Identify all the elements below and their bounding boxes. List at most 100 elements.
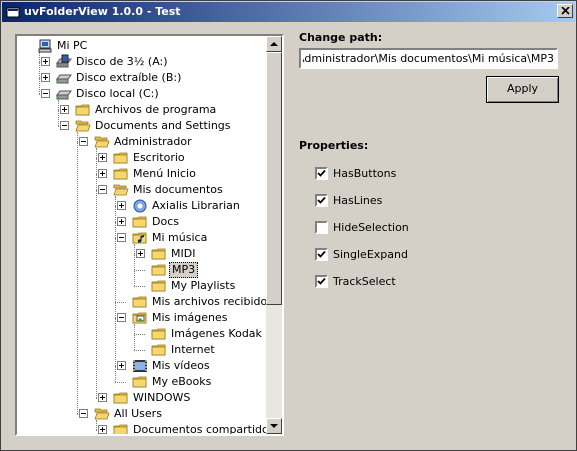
close-button[interactable] — [557, 4, 573, 18]
tree-item[interactable]: Disco de 3½ (A:) — [17, 54, 267, 70]
tree-item[interactable]: Mi PC — [17, 38, 267, 54]
checkbox-checked-icon[interactable] — [315, 194, 328, 207]
tree-item-label: Mi PC — [57, 39, 88, 52]
tree-item-label: Axialis Librarian — [152, 199, 240, 212]
expand-icon[interactable] — [98, 169, 107, 178]
expand-icon[interactable] — [117, 201, 126, 210]
folder-icon — [151, 246, 167, 262]
tree-item-label: All Users — [114, 407, 162, 420]
tree-item-label: My eBooks — [152, 375, 212, 388]
folder-icon — [75, 102, 91, 118]
path-input[interactable] — [299, 48, 558, 69]
scroll-up-button[interactable] — [266, 36, 282, 52]
change-path-label: Change path: — [299, 31, 383, 44]
expand-icon[interactable] — [136, 249, 145, 258]
checkbox-checked-icon[interactable] — [315, 275, 328, 288]
collapse-icon[interactable] — [117, 313, 126, 322]
tree-item[interactable]: Mis imágenes — [17, 310, 267, 326]
tree-item[interactable]: Imágenes Kodak — [17, 326, 267, 342]
axialis-icon — [132, 198, 148, 214]
expand-icon[interactable] — [117, 217, 126, 226]
expand-icon[interactable] — [41, 57, 50, 66]
expand-icon[interactable] — [98, 425, 107, 434]
tree-item-label: Archivos de programa — [95, 103, 217, 116]
tree-item[interactable]: Menú Inicio — [17, 166, 267, 182]
folder-icon — [151, 278, 167, 294]
tree-item[interactable]: Escritorio — [17, 150, 267, 166]
tree-item[interactable]: Mi música — [17, 230, 267, 246]
tree-item[interactable]: My eBooks — [17, 374, 267, 390]
tree-item[interactable]: Mis vídeos — [17, 358, 267, 374]
tree-item[interactable]: Archivos de programa — [17, 102, 267, 118]
arrow-down-icon — [270, 424, 278, 428]
tree-item-label: Menú Inicio — [133, 167, 196, 180]
collapse-icon[interactable] — [117, 233, 126, 242]
folder-icon — [132, 214, 148, 230]
tree-item[interactable]: MIDI — [17, 246, 267, 262]
arrow-up-icon — [270, 42, 278, 46]
tree-item-label: Mis imágenes — [152, 311, 228, 324]
tree-item-label: WINDOWS — [133, 391, 191, 404]
checkbox-unchecked-icon[interactable] — [315, 221, 328, 234]
tree-item[interactable]: WINDOWS — [17, 390, 267, 406]
tree-item-label: Documents and Settings — [95, 119, 231, 132]
collapse-icon[interactable] — [98, 185, 107, 194]
collapse-icon[interactable] — [79, 137, 88, 146]
property-label: HasButtons — [333, 167, 397, 180]
expand-icon[interactable] — [60, 105, 69, 114]
folder-icon — [151, 326, 167, 342]
tree-item[interactable]: Axialis Librarian — [17, 198, 267, 214]
tree-item-label: Mis vídeos — [152, 359, 210, 372]
tree-item-label: Mis archivos recibidos — [152, 295, 267, 308]
folder-tree[interactable]: Mi PC Disco de 3½ (A:) Disco extraíble (B:… — [15, 34, 284, 436]
scroll-down-button[interactable] — [266, 418, 282, 434]
checkbox-checked-icon[interactable] — [315, 167, 328, 180]
property-label: SingleExpand — [333, 248, 408, 261]
tree-item[interactable]: Disco local (C:) — [17, 86, 267, 102]
checkbox-checked-icon[interactable] — [315, 248, 328, 261]
tree-item[interactable]: All Users — [17, 406, 267, 422]
apply-button[interactable]: Apply — [486, 76, 559, 103]
tree-item[interactable]: Mis archivos recibidos — [17, 294, 267, 310]
tree-item[interactable]: Mis documentos — [17, 182, 267, 198]
expand-icon[interactable] — [117, 361, 126, 370]
tree-item[interactable]: Docs — [17, 214, 267, 230]
folder-open-icon — [94, 134, 110, 150]
expand-icon[interactable] — [98, 153, 107, 162]
tree-item[interactable]: Administrador — [17, 134, 267, 150]
collapse-icon[interactable] — [60, 121, 69, 130]
scroll-thumb[interactable] — [266, 52, 282, 305]
expand-icon[interactable] — [41, 73, 50, 82]
tree-item-label: Disco local (C:) — [76, 87, 159, 100]
collapse-icon[interactable] — [79, 409, 88, 418]
app-icon — [6, 7, 20, 18]
folder-icon — [132, 374, 148, 390]
tree-item-label: Imágenes Kodak — [171, 327, 262, 340]
folder-icon — [151, 342, 167, 358]
computer-icon — [37, 38, 53, 54]
folder-icon — [113, 150, 129, 166]
collapse-icon[interactable] — [41, 89, 50, 98]
tree-item[interactable]: Internet — [17, 342, 267, 358]
title-bar[interactable]: uvFolderView 1.0.0 - Test — [2, 2, 575, 22]
tree-vertical-scrollbar[interactable] — [266, 36, 282, 434]
folder-icon — [151, 262, 167, 278]
tree-item-label: Disco extraíble (B:) — [76, 71, 182, 84]
tree-item[interactable]: Documents and Settings — [17, 118, 267, 134]
tree-item[interactable]: MP3 — [17, 262, 267, 278]
expand-icon[interactable] — [98, 393, 107, 402]
tree-item[interactable]: My Playlists — [17, 278, 267, 294]
tree-item-label: Disco de 3½ (A:) — [76, 55, 168, 68]
tree-item-label: Internet — [171, 343, 215, 356]
tree-item[interactable]: Documentos compartidos — [17, 422, 267, 434]
folder-icon — [113, 166, 129, 182]
hard-drive-icon — [56, 86, 72, 102]
folder-open-icon — [113, 182, 129, 198]
folder-open-icon — [75, 118, 91, 134]
tree-item-label: MIDI — [171, 247, 196, 260]
tree-viewport: Mi PC Disco de 3½ (A:) Disco extraíble (B:… — [17, 36, 267, 434]
removable-drive-icon — [56, 70, 72, 86]
tree-item-label: MP3 — [169, 262, 199, 278]
tree-item[interactable]: Disco extraíble (B:) — [17, 70, 267, 86]
folder-icon — [113, 422, 129, 434]
